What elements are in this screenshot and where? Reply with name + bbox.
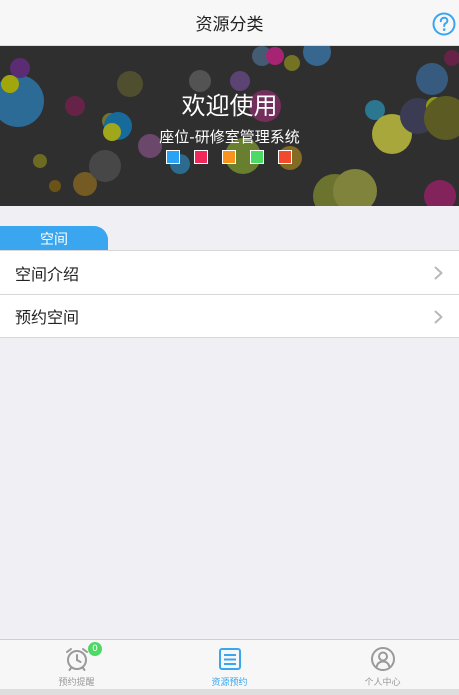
carousel-dot[interactable]: [194, 150, 208, 164]
tab-reminder[interactable]: 0 预约提醒: [0, 640, 153, 689]
page-title: 资源分类: [195, 15, 264, 35]
banner-subtitle: 座位-研修室管理系统: [159, 128, 300, 146]
carousel-indicators: [166, 150, 292, 164]
section-tab-space: 空间: [0, 226, 108, 251]
tab-personal-center[interactable]: 个人中心: [306, 640, 459, 689]
chevron-right-icon: [434, 266, 443, 280]
carousel-dot[interactable]: [222, 150, 236, 164]
list-item-label: 预约空间: [15, 308, 80, 327]
bottom-tab-bar: 0 预约提醒 资源预约 个人中心: [0, 639, 459, 689]
nav-header: 资源分类: [0, 0, 459, 46]
tab-label: 预约提醒: [58, 678, 95, 688]
chevron-right-icon: [434, 310, 443, 324]
tab-label: 个人中心: [364, 678, 401, 688]
tab-label: 资源预约: [211, 678, 248, 688]
list-item-label: 空间介绍: [15, 264, 80, 284]
list-item-space-intro[interactable]: 空间介绍: [0, 251, 459, 294]
carousel-dot[interactable]: [166, 150, 180, 164]
carousel-dot[interactable]: [250, 150, 264, 164]
calendar-icon: [218, 648, 241, 670]
bottom-strip: [0, 689, 459, 695]
alarm-clock-icon: [65, 648, 88, 671]
carousel-dot[interactable]: [278, 150, 292, 164]
reminder-count-badge: 0: [88, 642, 102, 656]
space-menu-list: 空间介绍 预约空间: [0, 250, 459, 338]
banner-title: 欢迎使用: [181, 92, 278, 120]
user-circle-icon: [370, 647, 395, 671]
tab-resource-booking[interactable]: 资源预约: [153, 640, 306, 689]
question-circle-icon[interactable]: [432, 12, 456, 36]
welcome-banner[interactable]: 欢迎使用 座位-研修室管理系统: [0, 46, 459, 206]
list-item-reserve-space[interactable]: 预约空间: [0, 294, 459, 337]
